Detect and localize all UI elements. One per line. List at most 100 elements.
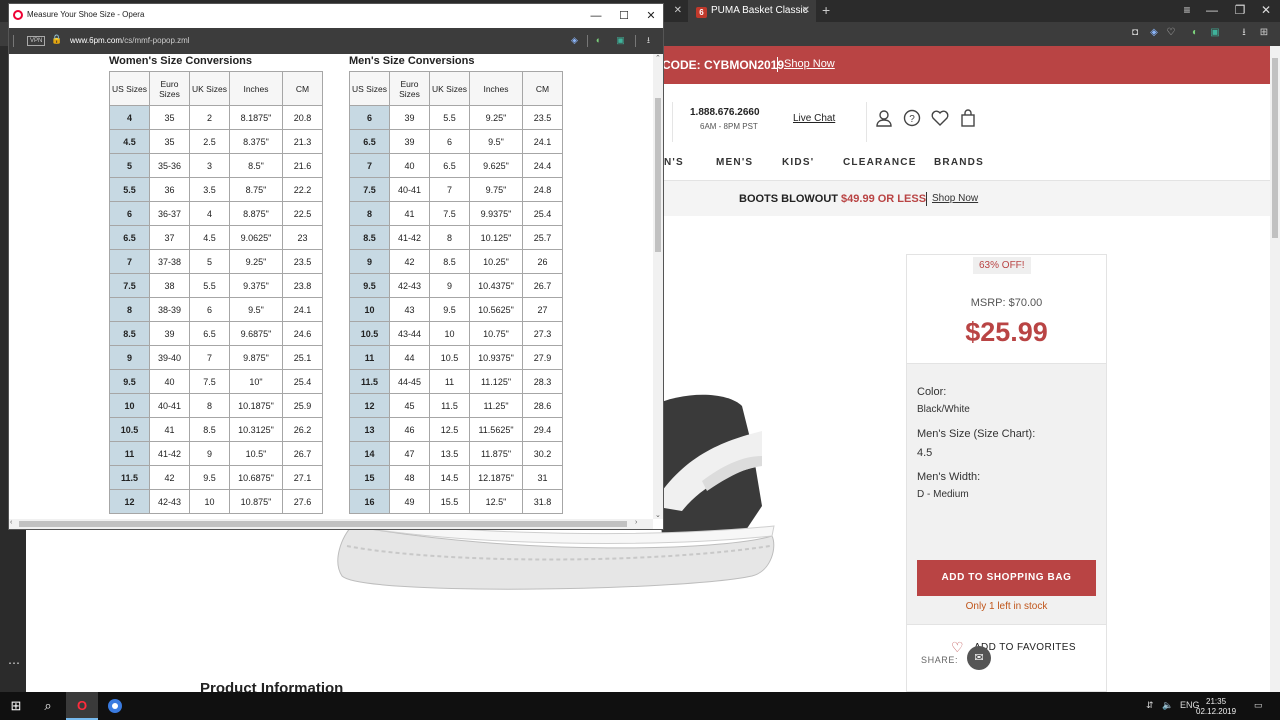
table-cell: 7.5 <box>189 369 230 394</box>
size-label[interactable]: Men's Size (Size Chart): <box>917 428 1035 440</box>
popup-horizontal-scrollbar[interactable]: ‹ › <box>9 519 653 529</box>
chrome-taskbar-icon[interactable] <box>99 692 131 720</box>
windows-start-icon[interactable]: ⊞ <box>0 692 32 720</box>
header-divider <box>672 102 673 142</box>
size-value[interactable]: 4.5 <box>917 447 932 459</box>
mens-size-table: US Sizes Euro Sizes UK Sizes Inches CM 6 39 5.… <box>349 71 563 514</box>
extension-icon[interactable]: ◐ <box>593 35 604 46</box>
help-icon[interactable]: ? <box>902 109 922 129</box>
boots-shop-link[interactable]: Shop Now <box>932 193 978 204</box>
add-to-bag-button[interactable]: ADD TO SHOPPING BAG <box>917 560 1096 596</box>
popup-vertical-scrollbar[interactable]: ⌃ ⌄ <box>653 54 663 519</box>
search-icon[interactable]: ⌕ <box>32 692 64 720</box>
table-row: 4 35 2 8.1875" 20.8 <box>109 105 323 130</box>
color-value[interactable]: Black/White <box>917 404 970 415</box>
restore-button[interactable]: ❐ <box>1226 0 1254 22</box>
scrollbar-thumb[interactable] <box>1272 58 1278 238</box>
tray-volume-icon[interactable]: 🔈 <box>1162 700 1173 711</box>
table-cell: 13.5 <box>429 441 470 466</box>
table-cell: 9.75" <box>469 177 523 202</box>
table-cell: 10.875" <box>229 489 283 514</box>
column-header: Euro Sizes <box>389 71 430 106</box>
table-cell: 42 <box>149 465 190 490</box>
lock-icon[interactable]: 🔒 <box>51 34 62 45</box>
sidebar-icon[interactable]: ⊞ <box>1258 27 1270 39</box>
tab-menu-button[interactable]: ≡ <box>1173 0 1201 22</box>
popup-minimize-button[interactable]: — <box>587 7 605 25</box>
shopping-bag-icon[interactable] <box>958 109 978 129</box>
nav-clearance[interactable]: CLEARANCE <box>843 157 917 168</box>
table-cell: 43-44 <box>389 321 430 346</box>
opera-taskbar-icon[interactable]: O <box>66 692 98 720</box>
tray-network-icon[interactable]: ⇵ <box>1146 700 1154 711</box>
table-cell: 6.5 <box>349 129 390 154</box>
minimize-button[interactable]: — <box>1198 0 1226 22</box>
vpn-badge[interactable]: VPN <box>27 36 46 46</box>
nav-kids[interactable]: KIDS' <box>782 157 814 168</box>
table-cell: 21.6 <box>282 153 323 178</box>
tab-puma[interactable]: 6PUMA Basket Classic LFS | 6p ✕ <box>688 0 816 38</box>
notifications-icon[interactable]: ▭ <box>1254 700 1263 711</box>
nav-mens[interactable]: MEN'S <box>716 157 753 168</box>
sidebar-more-icon[interactable]: ⋯ <box>8 656 20 670</box>
boots-divider <box>926 192 927 206</box>
table-cell: 26.7 <box>522 273 563 298</box>
table-cell: 10.125" <box>469 225 523 250</box>
popup-maximize-button[interactable]: ☐ <box>615 7 633 25</box>
close-window-button[interactable]: ✕ <box>1252 0 1280 22</box>
scroll-left-icon[interactable]: ‹ <box>10 519 12 526</box>
table-cell: 39 <box>389 105 430 130</box>
table-cell: 27.9 <box>522 345 563 370</box>
tab-previous[interactable]: ✕ <box>664 0 688 22</box>
table-cell: 7 <box>109 249 150 274</box>
scrollbar-thumb[interactable] <box>19 521 627 527</box>
size-chart-popup: Measure Your Shoe Size - Opera — ☐ ✕ VPN… <box>8 3 664 530</box>
email-share-icon[interactable]: ✉ <box>967 646 991 670</box>
nav-womens[interactable]: N'S <box>664 157 684 168</box>
new-tab-button[interactable]: + <box>822 0 830 20</box>
scrollbar-thumb[interactable] <box>655 98 661 252</box>
camera-icon[interactable]: ◘ <box>1129 27 1141 39</box>
table-row: 5 35-36 3 8.5" 21.6 <box>109 153 323 178</box>
phone-hours: 6AM - 8PM PST <box>700 122 758 131</box>
table-cell: 49 <box>389 489 430 514</box>
shield-extension-icon[interactable]: ▣ <box>615 35 626 46</box>
close-tab-icon[interactable]: ✕ <box>802 0 810 22</box>
table-cell: 29.4 <box>522 417 563 442</box>
column-header: UK Sizes <box>429 71 470 106</box>
clock[interactable]: 21:35 02.12.2019 <box>1196 697 1236 717</box>
popup-url[interactable]: www.6pm.com/cs/mmf-popop.zml <box>70 36 190 45</box>
popup-close-button[interactable]: ✕ <box>642 7 660 25</box>
shield-icon[interactable]: ◈ <box>569 35 580 46</box>
close-tab-icon[interactable]: ✕ <box>674 0 682 22</box>
table-cell: 7 <box>429 177 470 202</box>
page-scrollbar[interactable] <box>1270 46 1280 692</box>
scroll-down-icon[interactable]: ⌄ <box>655 511 661 519</box>
favorites-icon[interactable] <box>930 109 950 129</box>
column-header: Euro Sizes <box>149 71 190 106</box>
extension-icon[interactable]: ◐ <box>1189 27 1201 39</box>
table-row: 9 42 8.5 10.25" 26 <box>349 249 563 274</box>
download-icon[interactable]: ⭳ <box>1238 27 1250 39</box>
address-divider <box>587 35 588 47</box>
download-icon[interactable]: ⭳ <box>643 35 654 46</box>
width-value[interactable]: D - Medium <box>917 489 969 500</box>
live-chat-link[interactable]: Live Chat <box>793 113 835 124</box>
account-icon[interactable] <box>874 109 894 129</box>
table-row: 8 41 7.5 9.9375" 25.4 <box>349 201 563 226</box>
table-row: 12 45 11.5 11.25" 28.6 <box>349 393 563 418</box>
scroll-right-icon[interactable]: › <box>635 519 637 526</box>
promo-shop-link[interactable]: Shop Now <box>784 58 835 70</box>
heart-icon[interactable]: ♡ <box>1165 27 1177 39</box>
scroll-up-icon[interactable]: ⌃ <box>655 54 661 62</box>
table-cell: 8 <box>349 201 390 226</box>
shield-extension-icon[interactable]: ▣ <box>1209 27 1221 39</box>
popup-address-bar: VPN 🔒 www.6pm.com/cs/mmf-popop.zml ◈ ◐ ▣… <box>9 28 663 54</box>
nav-brands[interactable]: BRANDS <box>934 157 984 168</box>
table-cell: 40-41 <box>149 393 190 418</box>
table-cell: 12 <box>109 489 150 514</box>
table-cell: 24.1 <box>282 297 323 322</box>
shield-icon[interactable]: ◈ <box>1148 27 1160 39</box>
table-cell: 8.875" <box>229 201 283 226</box>
table-cell: 10.25" <box>469 249 523 274</box>
